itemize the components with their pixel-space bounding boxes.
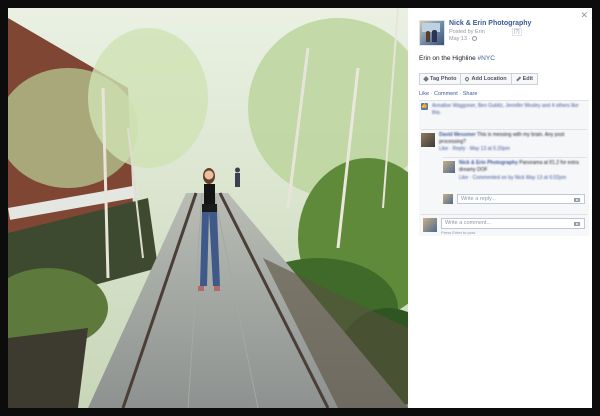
post-date-text: May 13 · [449,36,471,42]
edit-label: Edit [522,76,534,82]
reply-meta[interactable]: Like · Commented on by Nick May 13 at 6:… [459,175,566,181]
like-link[interactable]: Like [419,91,429,97]
comment-link[interactable]: Comment [434,91,458,97]
tag-icon [423,76,429,82]
post-timestamp[interactable]: May 13 · [449,36,478,42]
globe-icon [472,36,478,42]
help-badge[interactable]: [?] [512,28,522,36]
composer-avatar [443,194,453,204]
reply-item: Nick & Erin Photography Panorama at f/1.… [443,157,587,184]
reply-author-avatar[interactable] [443,161,455,173]
reply-body: Nick & Erin Photography Panorama at f/1.… [459,160,585,174]
comment-composer: Write a comment... Press Enter to post. [421,214,587,235]
caption-text: Erin on the Highline [419,55,478,62]
add-location-button[interactable]: Add Location [460,73,512,85]
ufi-links: Like · Comment · Share [419,91,477,97]
camera-icon[interactable] [574,198,580,202]
enter-hint: Press Enter to post. [441,230,477,235]
close-icon[interactable]: ✕ [580,10,588,20]
comments-section: 👍 Annalise Waggoner, Ben Gubitz, Jennife… [419,100,589,236]
post-caption: Erin on the Highline #NYC [419,55,495,62]
comment-author-link[interactable]: David Messmer [439,132,476,138]
comment-placeholder: Write a comment... [445,220,492,226]
posted-by-prefix: Posted by [449,29,475,35]
reply-author-link[interactable]: Nick & Erin Photography [459,160,518,166]
add-location-label: Add Location [471,76,507,82]
highline-photo [8,8,408,408]
comment-body: David Messmer This is messing with my br… [439,132,585,146]
comment-item: David Messmer This is messing with my br… [421,129,587,154]
edit-button[interactable]: Edit [510,73,539,85]
photo-actions: Tag Photo Add Location Edit [419,73,539,85]
tag-photo-label: Tag Photo [430,76,457,82]
post-details-panel: ✕ Nick & Erin Photography Posted by Erin… [408,8,592,408]
reply-composer: Write a reply... [443,193,587,207]
likes-text[interactable]: Annalise Waggoner, Ben Gubitz, Jennifer … [432,103,582,117]
page-name-link[interactable]: Nick & Erin Photography [449,20,531,27]
reply-placeholder: Write a reply... [461,196,496,202]
location-pin-icon [464,76,471,82]
reply-input[interactable]: Write a reply... [457,194,585,204]
post-photo[interactable] [8,8,408,408]
hashtag-link[interactable]: #NYC [478,55,495,62]
comment-meta[interactable]: Like · Reply · May 13 at 5:20pm [439,146,510,152]
posted-by-author-link[interactable]: Erin [475,29,485,35]
tag-photo-button[interactable]: Tag Photo [419,73,462,85]
posted-by: Posted by Erin [449,29,485,35]
commenter-avatar[interactable] [421,133,435,147]
page-avatar[interactable] [419,20,445,46]
comment-input[interactable]: Write a comment... [441,218,585,229]
composer-avatar [423,218,437,232]
thumbs-up-icon: 👍 [421,103,428,110]
camera-icon[interactable] [574,222,580,226]
share-link[interactable]: Share [463,91,478,97]
pencil-icon [515,76,521,82]
